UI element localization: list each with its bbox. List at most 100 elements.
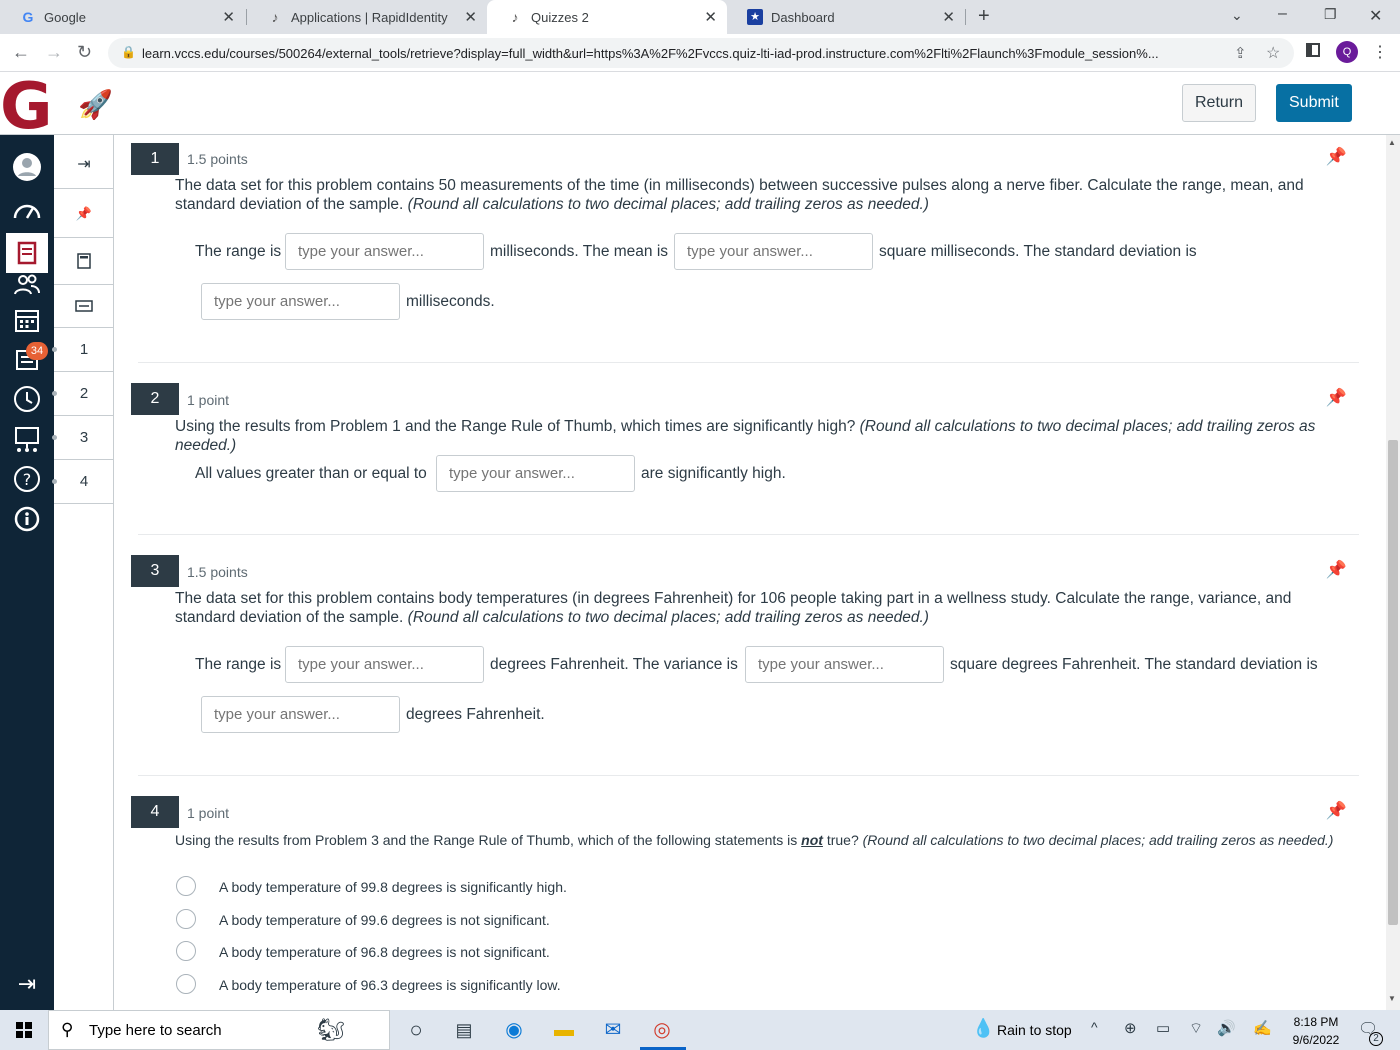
star-icon[interactable]: ☆ [1266, 43, 1280, 63]
share-icon[interactable]: ⇪ [1234, 44, 1247, 62]
url-field[interactable]: 🔒 learn.vccs.edu/courses/500264/external… [108, 38, 1294, 68]
account-icon[interactable] [12, 152, 42, 182]
kebab-menu-icon[interactable]: ⋮ [1372, 42, 1388, 62]
pin-icon[interactable]: 📌 [1326, 388, 1347, 408]
quiz-sidebar: ⇥ 📌 1 2 3 4 [52, 135, 114, 1010]
back-arrow-icon[interactable]: ← [12, 42, 30, 63]
return-button[interactable]: Return [1182, 84, 1256, 122]
close-icon[interactable]: ✕ [942, 8, 955, 26]
collapse-nav-icon[interactable]: ⇥ [12, 969, 42, 999]
logo-icon[interactable]: G [0, 75, 56, 139]
profile-avatar[interactable]: Q [1336, 41, 1358, 63]
system-clock[interactable]: 8:18 PM 9/6/2022 [1280, 1013, 1352, 1049]
tab-label: Dashboard [771, 10, 835, 25]
groups-icon[interactable] [12, 269, 42, 299]
history-clock-icon[interactable] [12, 384, 42, 414]
option-label[interactable]: A body temperature of 99.8 degrees is si… [219, 879, 567, 895]
tab-divider [965, 9, 966, 25]
scrollbar-thumb[interactable] [1388, 440, 1398, 925]
option-label[interactable]: A body temperature of 99.6 degrees is no… [219, 912, 550, 928]
weather-text[interactable]: Rain to stop [997, 1022, 1072, 1038]
submit-button[interactable]: Submit [1276, 84, 1352, 122]
question-text: The data set for this problem contains 5… [175, 176, 1345, 214]
option-label[interactable]: A body temperature of 96.3 degrees is si… [219, 977, 561, 993]
windows-start-icon[interactable] [16, 1022, 32, 1038]
chevron-up-icon[interactable]: ^ [1091, 1019, 1098, 1035]
help-icon[interactable]: ? [12, 464, 42, 494]
close-icon[interactable]: ✕ [464, 8, 477, 26]
std-dev-input[interactable] [201, 283, 400, 320]
calendar-icon[interactable] [12, 305, 42, 335]
sidebar-item-label: 4 [79, 473, 89, 490]
tab-dashboard[interactable]: ★ Dashboard ✕ [727, 0, 965, 34]
dashboard-gauge-icon[interactable] [12, 195, 42, 225]
pin-icon[interactable]: 📌 [1326, 147, 1347, 167]
pen-icon[interactable]: ✍ [1253, 1019, 1272, 1037]
tab-quizzes[interactable]: ♪ Quizzes 2 ✕ [487, 0, 727, 34]
calculator-icon[interactable] [54, 238, 114, 285]
volume-icon[interactable]: 🔊 [1217, 1019, 1236, 1037]
range-input[interactable] [285, 646, 484, 683]
chrome-icon[interactable]: ◎ [650, 1018, 674, 1042]
range-input[interactable] [285, 233, 484, 270]
studio-icon[interactable] [12, 424, 42, 454]
battery-icon[interactable]: ▭ [1156, 1019, 1170, 1037]
std-dev-input[interactable] [201, 696, 400, 733]
sidebar-item-question-3[interactable]: 3 [52, 416, 114, 460]
tab-google[interactable]: G Google ✕ [0, 0, 245, 34]
restore-icon[interactable]: ❐ [1324, 6, 1337, 23]
pin-icon[interactable]: 📌 [1326, 801, 1347, 821]
sidebar-item-question-2[interactable]: 2 [52, 372, 114, 416]
question-2: 2 1 point 📌 Using the results from Probl… [131, 363, 1359, 534]
unanswered-dot [52, 347, 57, 352]
variance-input[interactable] [745, 646, 944, 683]
close-icon[interactable]: ✕ [704, 8, 717, 26]
minimize-icon[interactable]: – [1278, 5, 1287, 23]
question-number: 3 [131, 555, 179, 587]
dashboard-icon: ★ [747, 9, 763, 25]
task-view-icon[interactable]: ○ [404, 1018, 428, 1042]
side-panel-icon[interactable] [1306, 43, 1320, 57]
sidebar-item-question-1[interactable]: 1 [52, 328, 114, 372]
question-points: 1 point [187, 805, 230, 821]
file-explorer-icon[interactable]: ▬ [552, 1018, 576, 1042]
std-dev-label: square milliseconds. The standard deviat… [879, 243, 1197, 260]
tab-label: Quizzes 2 [531, 10, 589, 25]
std-dev-label: square degrees Fahrenheit. The standard … [950, 656, 1318, 673]
radio-button[interactable] [176, 876, 196, 896]
widgets-icon[interactable]: ▤ [452, 1018, 476, 1042]
clock-time: 8:18 PM [1293, 1015, 1339, 1029]
pin-icon[interactable]: 📌 [1326, 560, 1347, 580]
pin-icon[interactable]: 📌 [54, 190, 114, 238]
mail-icon[interactable]: ✉ [601, 1018, 625, 1042]
taskbar-search[interactable]: ⚲ Type here to search 🐿 [48, 1010, 390, 1050]
sidebar-item-label: 2 [79, 385, 89, 402]
window-close-icon[interactable]: ✕ [1369, 6, 1382, 26]
scroll-down-icon[interactable]: ▼ [1388, 994, 1396, 1003]
question-text: The data set for this problem contains b… [175, 589, 1345, 627]
sidebar-item-label: 3 [79, 429, 89, 446]
scroll-up-icon[interactable]: ▲ [1388, 138, 1396, 147]
sidebar-item-question-4[interactable]: 4 [52, 460, 114, 504]
edge-icon[interactable]: ◉ [502, 1018, 526, 1042]
courses-icon[interactable] [6, 233, 48, 273]
tray-icon[interactable]: ⊕ [1124, 1019, 1137, 1037]
radio-button[interactable] [176, 974, 196, 994]
close-icon[interactable]: ✕ [222, 8, 235, 26]
expand-sidebar-icon[interactable]: ⇥ [54, 139, 114, 189]
info-icon[interactable] [12, 504, 42, 534]
forward-arrow-icon[interactable]: → [45, 42, 63, 63]
reload-icon[interactable]: ↻ [77, 42, 92, 63]
quiz-header: 🚀 Return Submit [0, 72, 1400, 135]
threshold-input[interactable] [436, 455, 635, 492]
wifi-icon[interactable]: ⌔ [1189, 1019, 1203, 1038]
question-body: Using the results from Problem 1 and the… [175, 418, 860, 435]
radio-button[interactable] [176, 909, 196, 929]
tab-rapididentity[interactable]: ♪ Applications | RapidIdentity ✕ [247, 0, 487, 34]
option-label[interactable]: A body temperature of 96.8 degrees is no… [219, 944, 550, 960]
chevron-down-icon[interactable]: ⌄ [1231, 7, 1243, 24]
notes-icon[interactable] [54, 285, 114, 328]
radio-button[interactable] [176, 941, 196, 961]
new-tab-button[interactable]: + [978, 5, 990, 28]
mean-input[interactable] [674, 233, 873, 270]
